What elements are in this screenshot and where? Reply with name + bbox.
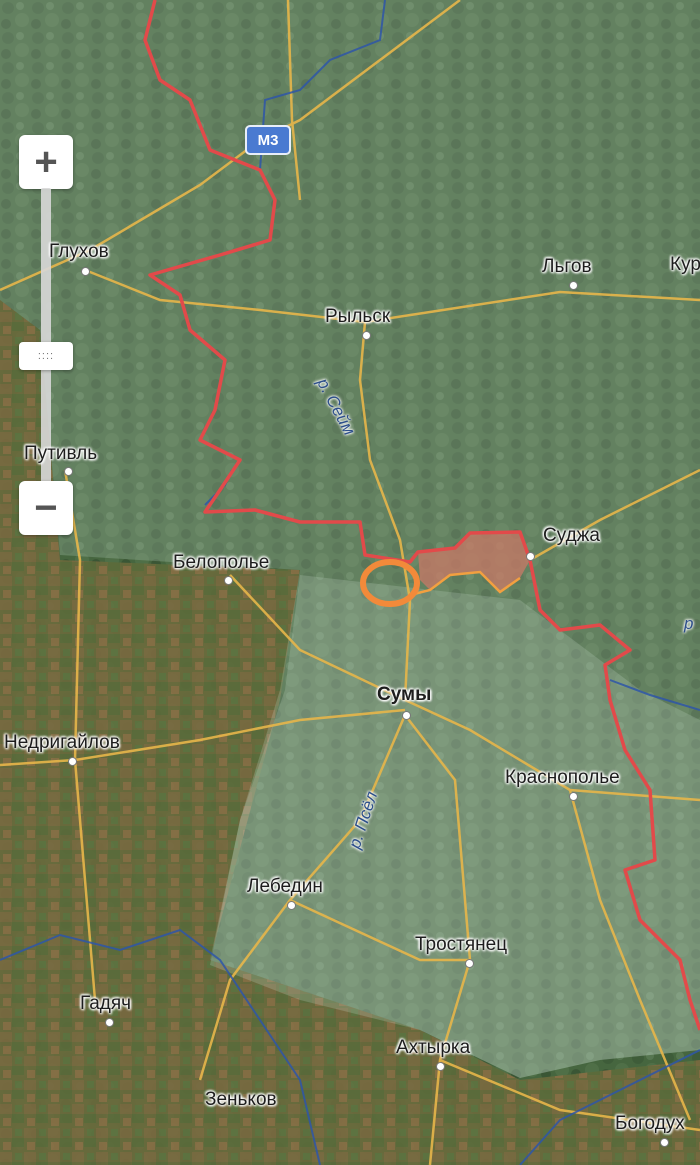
city-label: Гадяч (80, 993, 132, 1014)
road-shield-m3: М3 (245, 125, 291, 155)
zoom-slider-track[interactable] (41, 188, 51, 484)
city-dot (436, 1062, 445, 1071)
city-label: Путивль (24, 443, 98, 464)
city-dot (64, 467, 73, 476)
zoom-slider-handle[interactable]: :::: (19, 342, 73, 370)
satellite-map[interactable] (0, 0, 700, 1165)
city-label: Белополье (173, 552, 270, 573)
zoom-in-button[interactable]: + (19, 135, 73, 189)
city-label: Кур (670, 254, 700, 275)
zoom-out-button[interactable]: − (19, 481, 73, 535)
city-label: Суджа (543, 525, 600, 546)
city-dot (81, 267, 90, 276)
city-dot (105, 1018, 114, 1027)
city-label: Тростянец (415, 934, 508, 955)
city-label: Рыльск (325, 306, 391, 327)
city-dot (224, 576, 233, 585)
city-dot (526, 552, 535, 561)
city-dot (68, 757, 77, 766)
city-dot (402, 711, 411, 720)
city-dot (569, 792, 578, 801)
city-label: Зеньков (205, 1089, 277, 1110)
city-dot (287, 901, 296, 910)
city-label: Богодух (615, 1113, 685, 1134)
city-label-capital: Сумы (377, 684, 432, 705)
city-dot (569, 281, 578, 290)
river-label: р (684, 614, 694, 633)
city-label: Лебедин (247, 876, 323, 897)
city-label: Ахтырка (396, 1037, 471, 1058)
city-dot (660, 1138, 669, 1147)
city-label: Краснополье (505, 767, 620, 788)
city-dot (362, 331, 371, 340)
city-label: Глухов (49, 241, 109, 262)
city-label: Льгов (542, 256, 592, 277)
city-label: Недригайлов (4, 732, 120, 753)
city-dot (465, 959, 474, 968)
